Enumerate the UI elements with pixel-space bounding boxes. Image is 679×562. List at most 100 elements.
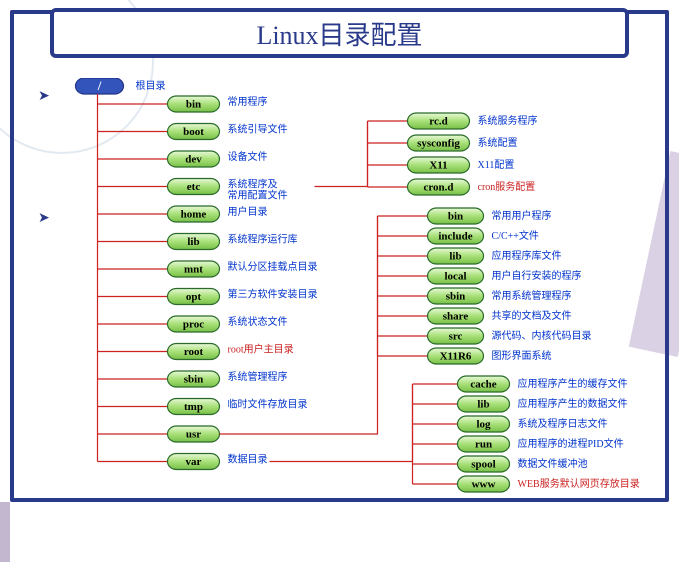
dir-sbin: sbin <box>168 371 220 387</box>
dir-bin: bin <box>428 208 484 224</box>
svg-text:log: log <box>476 419 491 431</box>
desc-text: 应用程序库文件 <box>492 249 562 262</box>
dir-sbin: sbin <box>428 288 484 304</box>
dir-lib: lib <box>428 248 484 264</box>
desc-text: 源代码、内核代码目录 <box>492 329 592 342</box>
desc-text: 默认分区挂载点目录 <box>228 260 318 273</box>
connector <box>270 384 413 462</box>
dir-cache: cache <box>458 376 510 392</box>
dir-include: include <box>428 228 484 244</box>
svg-text:src: src <box>449 331 463 343</box>
dir-home: home <box>168 206 220 222</box>
dir-src: src <box>428 328 484 344</box>
dir-X11: X11 <box>408 157 470 173</box>
dir-local: local <box>428 268 484 284</box>
svg-text:sbin: sbin <box>184 374 204 386</box>
dir-bin: bin <box>168 96 220 112</box>
desc-text: 图形界面系统 <box>492 349 552 362</box>
svg-text:mnt: mnt <box>184 264 203 276</box>
desc-text: 常用用户程序 <box>492 209 552 222</box>
svg-text:lib: lib <box>187 236 199 248</box>
svg-text:local: local <box>445 271 467 283</box>
dir-opt: opt <box>168 289 220 305</box>
dir-cron.d: cron.d <box>408 179 470 195</box>
svg-text:sysconfig: sysconfig <box>417 138 460 150</box>
desc-text: C/C++文件 <box>492 229 539 242</box>
svg-text:tmp: tmp <box>184 401 203 413</box>
desc-text: 应用程序产生的数据文件 <box>518 397 628 410</box>
svg-text:rc.d: rc.d <box>429 116 447 128</box>
svg-text:etc: etc <box>187 181 201 193</box>
bullet-icon: ➤ <box>38 88 50 105</box>
svg-text:var: var <box>186 456 202 468</box>
desc-text: 根目录 <box>136 79 166 92</box>
dir-rc.d: rc.d <box>408 113 470 129</box>
dir-lib: lib <box>168 234 220 250</box>
svg-text:X11: X11 <box>429 160 447 172</box>
desc-text: 用户目录 <box>228 205 268 218</box>
svg-text:usr: usr <box>186 429 201 441</box>
dir-var: var <box>168 454 220 470</box>
svg-text:spool: spool <box>471 459 495 471</box>
svg-text:sbin: sbin <box>446 291 466 303</box>
svg-text:include: include <box>438 231 472 243</box>
desc-text: cron服务配置 <box>478 180 536 193</box>
dir-X11R6: X11R6 <box>428 348 484 364</box>
desc-text: 系统程序及 <box>228 178 278 191</box>
svg-text:cache: cache <box>470 379 496 391</box>
desc-text: 共享的文档及文件 <box>492 309 572 322</box>
svg-text:run: run <box>475 439 492 451</box>
desc-text: 系统配置 <box>478 136 518 149</box>
dir-usr: usr <box>168 426 220 442</box>
desc-text: 临时文件存放目录 <box>228 398 308 411</box>
svg-text:cron.d: cron.d <box>423 182 453 194</box>
dir-dev: dev <box>168 151 220 167</box>
svg-text:home: home <box>181 209 207 221</box>
svg-text:lib: lib <box>449 251 461 263</box>
desc-text: X11配置 <box>478 159 515 171</box>
dir-www: www <box>458 476 510 492</box>
dir-boot: boot <box>168 124 220 140</box>
desc-text: 系统引导文件 <box>228 123 288 136</box>
svg-text:www: www <box>472 479 496 491</box>
dir-log: log <box>458 416 510 432</box>
svg-text:share: share <box>443 311 469 323</box>
desc-text: 常用程序 <box>228 95 268 108</box>
desc-text: 数据文件缓冲池 <box>518 457 588 470</box>
desc-text: 应用程序产生的缓存文件 <box>518 377 628 390</box>
directory-tree-diagram: /根目录bin常用程序boot系统引导文件dev设备文件etc系统程序及常用配置… <box>56 78 659 498</box>
dir-spool: spool <box>458 456 510 472</box>
svg-text:bin: bin <box>448 211 463 223</box>
desc-text: 用户自行安装的程序 <box>492 269 582 282</box>
desc-text: 系统程序运行库 <box>228 233 298 246</box>
dir-tmp: tmp <box>168 399 220 415</box>
desc-text: 应用程序的进程PID文件 <box>518 437 624 450</box>
dir-mnt: mnt <box>168 261 220 277</box>
dir-root: root <box>168 344 220 360</box>
dir-etc: etc <box>168 179 220 195</box>
svg-text:proc: proc <box>183 319 204 331</box>
desc-text: 常用配置文件 <box>228 189 288 202</box>
svg-text:X11R6: X11R6 <box>440 351 472 363</box>
desc-text: 系统及程序日志文件 <box>518 417 608 430</box>
desc-text: 第三方软件安装目录 <box>228 288 318 301</box>
desc-text: 系统状态文件 <box>228 315 288 328</box>
desc-text: WEB服务默认网页存放目录 <box>518 477 640 490</box>
svg-text:opt: opt <box>186 291 202 303</box>
svg-text:lib: lib <box>477 399 489 411</box>
dir-share: share <box>428 308 484 324</box>
desc-text: 系统服务程序 <box>478 114 538 127</box>
desc-text: 常用系统管理程序 <box>492 289 572 302</box>
svg-text:/: / <box>97 78 102 93</box>
connector <box>315 121 368 187</box>
desc-text: 系统管理程序 <box>228 370 288 383</box>
dir-/: / <box>76 78 124 94</box>
bullet-icon: ➤ <box>38 210 50 227</box>
desc-text: 数据目录 <box>228 453 268 466</box>
svg-text:boot: boot <box>183 126 204 138</box>
svg-text:root: root <box>184 346 204 358</box>
desc-text: 设备文件 <box>228 150 268 163</box>
title-bar: Linux目录配置 <box>50 8 629 58</box>
dir-run: run <box>458 436 510 452</box>
svg-text:dev: dev <box>185 154 202 166</box>
